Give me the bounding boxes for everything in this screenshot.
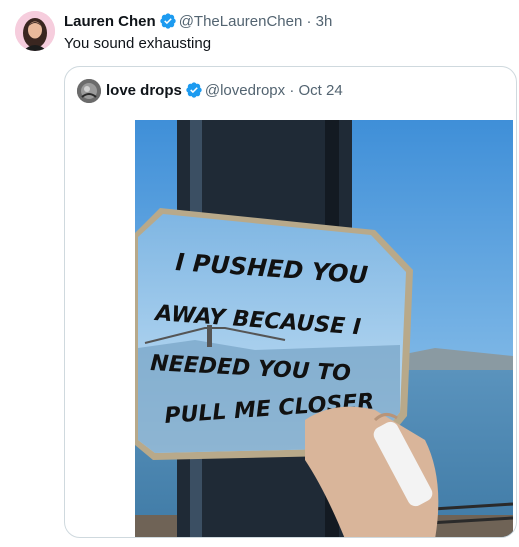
- quoted-media-image[interactable]: I PUSHED YOU AWAY BECAUSE I NEEDED YOU T…: [135, 120, 513, 537]
- mirror-photo: I PUSHED YOU AWAY BECAUSE I NEEDED YOU T…: [135, 120, 513, 537]
- quoted-author-avatar[interactable]: [77, 79, 101, 103]
- quoted-author-name[interactable]: love drops: [106, 82, 182, 99]
- quoted-verified-badge-icon: [186, 82, 202, 98]
- author-handle[interactable]: @TheLaurenChen: [179, 13, 303, 30]
- quoted-header: love drops @lovedropx · Oct 24: [106, 81, 343, 101]
- author-avatar-image: [15, 11, 55, 51]
- tweet-header: Lauren Chen @TheLaurenChen · 3h: [64, 12, 332, 32]
- quoted-date[interactable]: Oct 24: [298, 82, 342, 99]
- quoted-avatar-image: [77, 79, 101, 103]
- tweet-timestamp[interactable]: 3h: [316, 13, 333, 30]
- author-avatar[interactable]: [15, 11, 55, 51]
- author-name[interactable]: Lauren Chen: [64, 13, 156, 30]
- header-separator: ·: [306, 13, 312, 30]
- quoted-author-handle[interactable]: @lovedropx: [205, 82, 285, 99]
- tweet-text: You sound exhausting: [64, 35, 212, 52]
- quoted-tweet[interactable]: love drops @lovedropx · Oct 24 I PUSHED …: [64, 66, 517, 538]
- verified-badge-icon: [160, 13, 176, 29]
- tweet[interactable]: Lauren Chen @TheLaurenChen · 3h You sound…: [0, 0, 519, 547]
- quoted-header-separator: ·: [289, 82, 295, 99]
